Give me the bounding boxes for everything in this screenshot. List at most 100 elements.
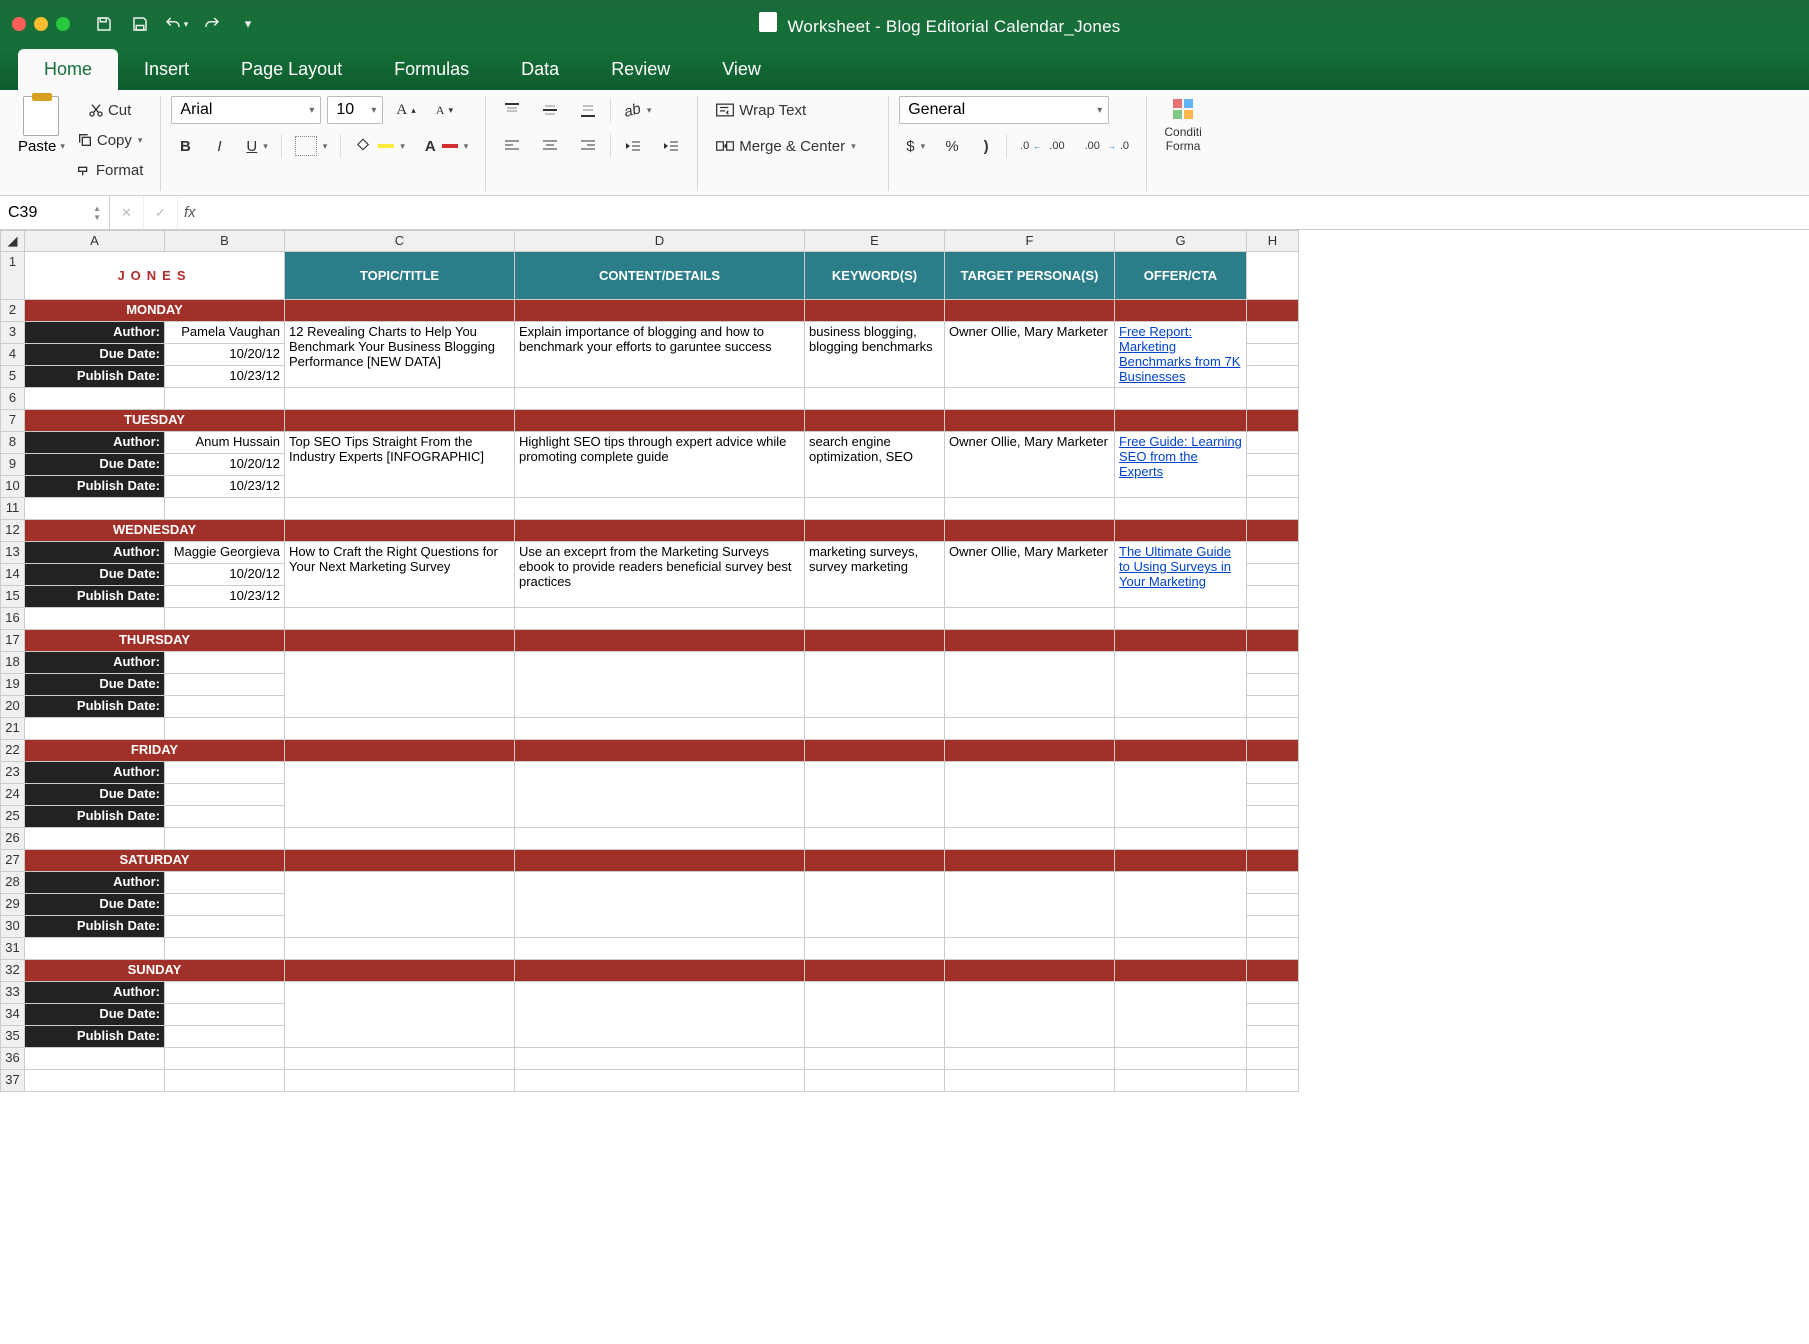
- cell[interactable]: [945, 960, 1115, 982]
- cell[interactable]: [1247, 410, 1299, 432]
- orientation-button[interactable]: ab▾: [617, 96, 658, 124]
- cell[interactable]: [1115, 960, 1247, 982]
- cell[interactable]: [285, 388, 515, 410]
- cell[interactable]: [165, 1048, 285, 1070]
- row-header[interactable]: 13: [1, 542, 25, 564]
- increase-font-button[interactable]: A▴: [389, 96, 422, 124]
- cell[interactable]: [515, 960, 805, 982]
- day-name[interactable]: MONDAY: [25, 300, 285, 322]
- cell[interactable]: [805, 850, 945, 872]
- cell[interactable]: [945, 300, 1115, 322]
- cell[interactable]: [945, 652, 1115, 718]
- enter-formula-icon[interactable]: ✓: [144, 196, 178, 229]
- tab-insert[interactable]: Insert: [118, 49, 215, 90]
- cell[interactable]: [1115, 652, 1247, 718]
- cell[interactable]: [285, 300, 515, 322]
- cell[interactable]: 10/23/12: [165, 586, 285, 608]
- cell[interactable]: [805, 740, 945, 762]
- cell[interactable]: [285, 652, 515, 718]
- cell[interactable]: [165, 652, 285, 674]
- cell[interactable]: [25, 388, 165, 410]
- cell[interactable]: [1247, 784, 1299, 806]
- cell[interactable]: [515, 740, 805, 762]
- cell[interactable]: [805, 520, 945, 542]
- cell[interactable]: [285, 828, 515, 850]
- column-headers[interactable]: ◢ A B C D E F G H: [1, 231, 1299, 252]
- fx-icon[interactable]: fx: [178, 204, 202, 221]
- decrease-decimal-button[interactable]: .00→.0: [1078, 132, 1136, 160]
- redo-icon[interactable]: [198, 10, 226, 38]
- cell[interactable]: [285, 498, 515, 520]
- close-icon[interactable]: [12, 17, 26, 31]
- cell[interactable]: [1247, 344, 1299, 366]
- cell[interactable]: [805, 1070, 945, 1092]
- cell[interactable]: [515, 938, 805, 960]
- cell[interactable]: [1247, 674, 1299, 696]
- save-alt-icon[interactable]: [126, 10, 154, 38]
- cell[interactable]: [945, 498, 1115, 520]
- spreadsheet-grid[interactable]: ◢ A B C D E F G H 1JONESTOPIC/TITLECONTE…: [0, 230, 1299, 1092]
- cell[interactable]: [945, 718, 1115, 740]
- cell[interactable]: [285, 960, 515, 982]
- cell[interactable]: [1115, 1070, 1247, 1092]
- cell[interactable]: [805, 630, 945, 652]
- cell[interactable]: [1247, 740, 1299, 762]
- row-header[interactable]: 29: [1, 894, 25, 916]
- format-painter-button[interactable]: Format: [69, 156, 151, 184]
- cell[interactable]: [805, 828, 945, 850]
- cell[interactable]: [515, 872, 805, 938]
- row-header[interactable]: 2: [1, 300, 25, 322]
- cell[interactable]: [165, 696, 285, 718]
- cell[interactable]: [165, 982, 285, 1004]
- cell[interactable]: [515, 652, 805, 718]
- cell[interactable]: [515, 762, 805, 828]
- cell[interactable]: [805, 718, 945, 740]
- row-header[interactable]: 6: [1, 388, 25, 410]
- cell[interactable]: Author:: [25, 322, 165, 344]
- increase-indent-button[interactable]: [655, 132, 687, 160]
- name-box[interactable]: C39 ▲▼: [0, 196, 110, 229]
- cell[interactable]: [1247, 498, 1299, 520]
- paste-button[interactable]: Paste: [18, 138, 56, 155]
- cell[interactable]: [165, 1004, 285, 1026]
- cell[interactable]: [515, 982, 805, 1048]
- row-header[interactable]: 21: [1, 718, 25, 740]
- number-format-select[interactable]: General: [899, 96, 1109, 124]
- cell[interactable]: [1115, 850, 1247, 872]
- cell[interactable]: Publish Date:: [25, 806, 165, 828]
- cell[interactable]: 10/23/12: [165, 476, 285, 498]
- cell[interactable]: [515, 520, 805, 542]
- cell[interactable]: 10/20/12: [165, 344, 285, 366]
- cell[interactable]: [1115, 740, 1247, 762]
- cell[interactable]: Top SEO Tips Straight From the Industry …: [285, 432, 515, 498]
- cell[interactable]: [1247, 982, 1299, 1004]
- cell[interactable]: [165, 674, 285, 696]
- cell[interactable]: Publish Date:: [25, 696, 165, 718]
- cell[interactable]: [1247, 1004, 1299, 1026]
- cell[interactable]: [515, 388, 805, 410]
- cell[interactable]: [945, 850, 1115, 872]
- cell[interactable]: [945, 872, 1115, 938]
- cell[interactable]: Due Date:: [25, 1004, 165, 1026]
- cell[interactable]: [165, 872, 285, 894]
- col-header[interactable]: A: [25, 231, 165, 252]
- customize-qat-icon[interactable]: ▾: [234, 10, 262, 38]
- cell[interactable]: Explain importance of blogging and how t…: [515, 322, 805, 388]
- cell[interactable]: search engine optimization, SEO: [805, 432, 945, 498]
- cell[interactable]: Author:: [25, 762, 165, 784]
- row-header[interactable]: 4: [1, 344, 25, 366]
- offer-link[interactable]: Free Guide: Learning SEO from the Expert…: [1119, 434, 1242, 479]
- cell[interactable]: [165, 784, 285, 806]
- cell[interactable]: [1247, 300, 1299, 322]
- row-header[interactable]: 31: [1, 938, 25, 960]
- formula-input[interactable]: [202, 196, 1809, 229]
- row-header[interactable]: 23: [1, 762, 25, 784]
- increase-decimal-button[interactable]: .0←.00: [1013, 132, 1071, 160]
- cell[interactable]: The Ultimate Guide to Using Surveys in Y…: [1115, 542, 1247, 608]
- font-color-button[interactable]: A▾: [418, 132, 475, 160]
- col-header[interactable]: E: [805, 231, 945, 252]
- cell[interactable]: [515, 630, 805, 652]
- cell[interactable]: [1247, 894, 1299, 916]
- cell[interactable]: [1247, 564, 1299, 586]
- undo-icon[interactable]: ▾: [162, 10, 190, 38]
